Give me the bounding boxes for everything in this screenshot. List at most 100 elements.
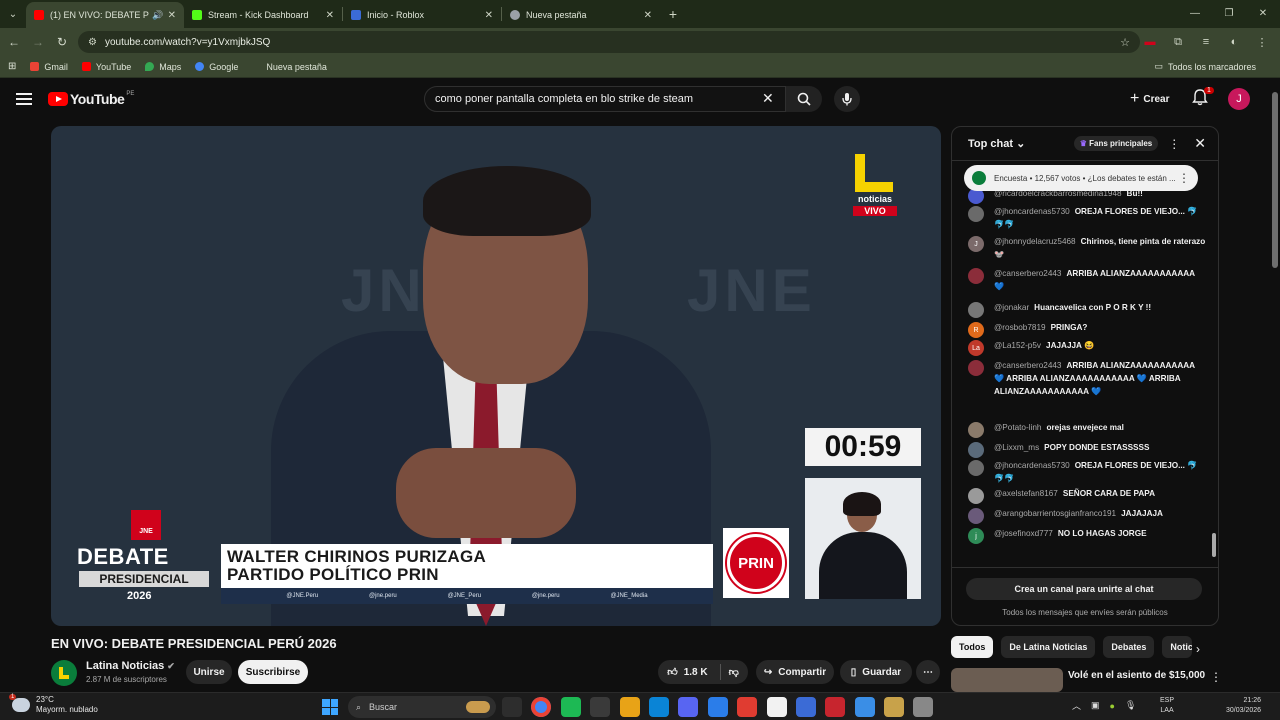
chat-mode-dropdown[interactable]: Top chat ⌄ [968,137,1025,150]
bookmark-google[interactable]: Google [195,62,238,72]
save-button[interactable]: ▯ Guardar [840,660,912,684]
chat-author-name[interactable]: @axelstefan8167 [994,489,1058,498]
close-window-icon[interactable]: ✕ [1246,0,1280,28]
minimize-icon[interactable]: — [1178,0,1212,28]
chat-author-name[interactable]: @La152-p5v [994,341,1041,350]
poll-banner[interactable]: Encuesta • 12,567 votos • ¿Los debates t… [964,165,1198,191]
apps-grid-icon[interactable]: ⊞ [8,61,16,72]
taskbar-app-icon[interactable] [854,697,875,717]
chat-author-name[interactable]: @arangobarrientosgianfranco191 [994,509,1116,518]
chat-author-name[interactable]: @jhoncardenas5730 [994,207,1070,216]
input-language[interactable]: ESP LAA [1160,696,1174,716]
tray-chevron-icon[interactable]: ︿ [1072,699,1081,712]
forward-arrow-icon[interactable]: → [26,35,50,49]
notifications-button[interactable]: 1 [1192,87,1214,111]
tray-app-icon[interactable]: ▣ [1091,700,1100,711]
extension-red-icon[interactable]: ▬ [1136,36,1164,48]
like-button[interactable]: 👍︎ 1.8 K [667,666,707,679]
back-arrow-icon[interactable]: ← [2,35,26,49]
chat-author-avatar[interactable] [968,508,984,524]
channel-avatar[interactable] [51,660,77,686]
chip-noticias[interactable]: Notic [1162,636,1193,658]
chat-author-avatar[interactable] [968,460,984,476]
chat-author-name[interactable]: @Potato-linh [994,423,1041,432]
taskbar-app-icon[interactable] [619,697,640,717]
close-tab-icon[interactable]: ✕ [485,10,493,21]
video-player[interactable]: JNE JNE noticias VIVO 00:59 PRIN JNE DEB… [51,126,941,626]
address-bar[interactable]: ⚙ youtube.com/watch?v=y1VxmjbkJSQ ☆ [78,31,1140,53]
profile-icon[interactable]: ◐ [1220,36,1248,48]
account-avatar[interactable]: J [1228,88,1250,110]
voice-search-button[interactable] [834,86,860,112]
chat-author-avatar[interactable] [968,302,984,318]
thumbs-down-icon[interactable]: 👎︎ [729,666,739,678]
chat-author-avatar[interactable] [968,360,984,376]
chat-author-name[interactable]: @jhoncardenas5730 [994,461,1070,470]
chip-latina[interactable]: De Latina Noticias [1001,636,1096,658]
chat-scrollbar[interactable] [1211,163,1217,567]
reading-list-icon[interactable]: ≡ [1192,36,1220,48]
taskbar-app-icon[interactable] [678,697,699,717]
search-button[interactable] [786,86,822,112]
taskbar-app-icon[interactable] [648,697,669,717]
chat-author-name[interactable]: @Lixxm_ms [994,443,1039,452]
extensions-icon[interactable]: ⧉ [1164,36,1192,49]
clear-search-icon[interactable]: ✕ [762,90,774,107]
tab-search-button[interactable]: ⌄ [0,0,26,28]
chat-author-name[interactable]: @canserbero2443 [994,361,1062,370]
microphone-icon[interactable]: 🎙︎ [1125,700,1136,711]
maximize-icon[interactable]: ❐ [1212,0,1246,28]
chat-author-name[interactable]: @jhonnydelacruz5468 [994,237,1076,246]
page-scrollbar[interactable] [1270,80,1280,692]
close-chat-icon[interactable]: ✕ [1194,135,1206,152]
chat-author-name[interactable]: @canserbero2443 [994,269,1062,278]
chat-author-avatar[interactable]: j [968,528,984,544]
speaker-icon[interactable]: 🔊 [152,10,163,21]
bookmark-maps[interactable]: Maps [145,62,181,72]
tray-app-icon[interactable]: ● [1110,701,1115,711]
close-tab-icon[interactable]: ✕ [644,10,652,21]
create-channel-button[interactable]: Crea un canal para unirte al chat [966,578,1202,600]
taskbar-app-icon[interactable] [502,697,522,717]
site-info-icon[interactable]: ⚙ [88,37,97,48]
close-tab-icon[interactable]: ✕ [168,10,176,21]
chat-author-avatar[interactable] [968,442,984,458]
chat-author-avatar[interactable] [968,206,984,222]
share-button[interactable]: ↪ Compartir [756,660,834,684]
taskbar-search[interactable]: ⌕ Buscar [348,696,496,718]
weather-widget[interactable]: 1 23°C Mayorm. nublado [9,694,98,715]
bookmark-new-tab[interactable]: Nueva pestaña [252,62,327,72]
bookmark-gmail[interactable]: Gmail [30,62,68,72]
taskbar-app-icon[interactable] [884,697,905,717]
chat-more-icon[interactable]: ⋮ [1168,137,1180,151]
recommendation-thumbnail[interactable] [951,668,1063,692]
all-bookmarks[interactable]: ▭ Todos los marcadores [1154,61,1256,72]
taskbar-app-icon[interactable] [825,697,846,717]
taskbar-app-icon[interactable] [766,697,787,717]
windows-start-icon[interactable] [322,699,338,715]
browser-menu-icon[interactable]: ⋮ [1248,36,1276,49]
taskbar-app-icon[interactable] [737,697,758,717]
reload-icon[interactable]: ↻ [50,35,74,49]
chip-todos[interactable]: Todos [951,636,994,658]
taskbar-clock[interactable]: 21:26 30/03/2026 [1226,696,1261,716]
chat-author-name[interactable]: @jonakar [994,303,1029,312]
chat-author-avatar[interactable] [968,422,984,438]
recommendation-more-icon[interactable]: ⋮ [1210,670,1222,684]
chat-author-avatar[interactable]: J [968,236,984,252]
chat-author-name[interactable]: @rosbob7819 [994,323,1046,332]
bookmark-star-icon[interactable]: ☆ [1120,36,1130,49]
tab-youtube[interactable]: (1) EN VIVO: DEBATE PRESIDENCIAL 🔊 ✕ [26,2,184,28]
chat-author-avatar[interactable] [968,268,984,284]
taskbar-app-icon[interactable] [707,697,728,717]
tab-new[interactable]: Nueva pestaña ✕ [502,2,660,28]
chat-author-avatar[interactable] [968,488,984,504]
recommendation-title[interactable]: Volé en el asiento de $15,000 [1068,670,1208,681]
channel-name[interactable]: Latina Noticias ✔ [86,660,175,672]
more-actions-button[interactable]: ⋯ [916,660,940,684]
close-tab-icon[interactable]: ✕ [326,10,334,21]
join-button[interactable]: Unirse [186,660,232,684]
tab-roblox[interactable]: Inicio - Roblox ✕ [343,2,501,28]
page-scroll-thumb[interactable] [1272,92,1278,268]
tab-kick[interactable]: Stream - Kick Dashboard ✕ [184,2,342,28]
